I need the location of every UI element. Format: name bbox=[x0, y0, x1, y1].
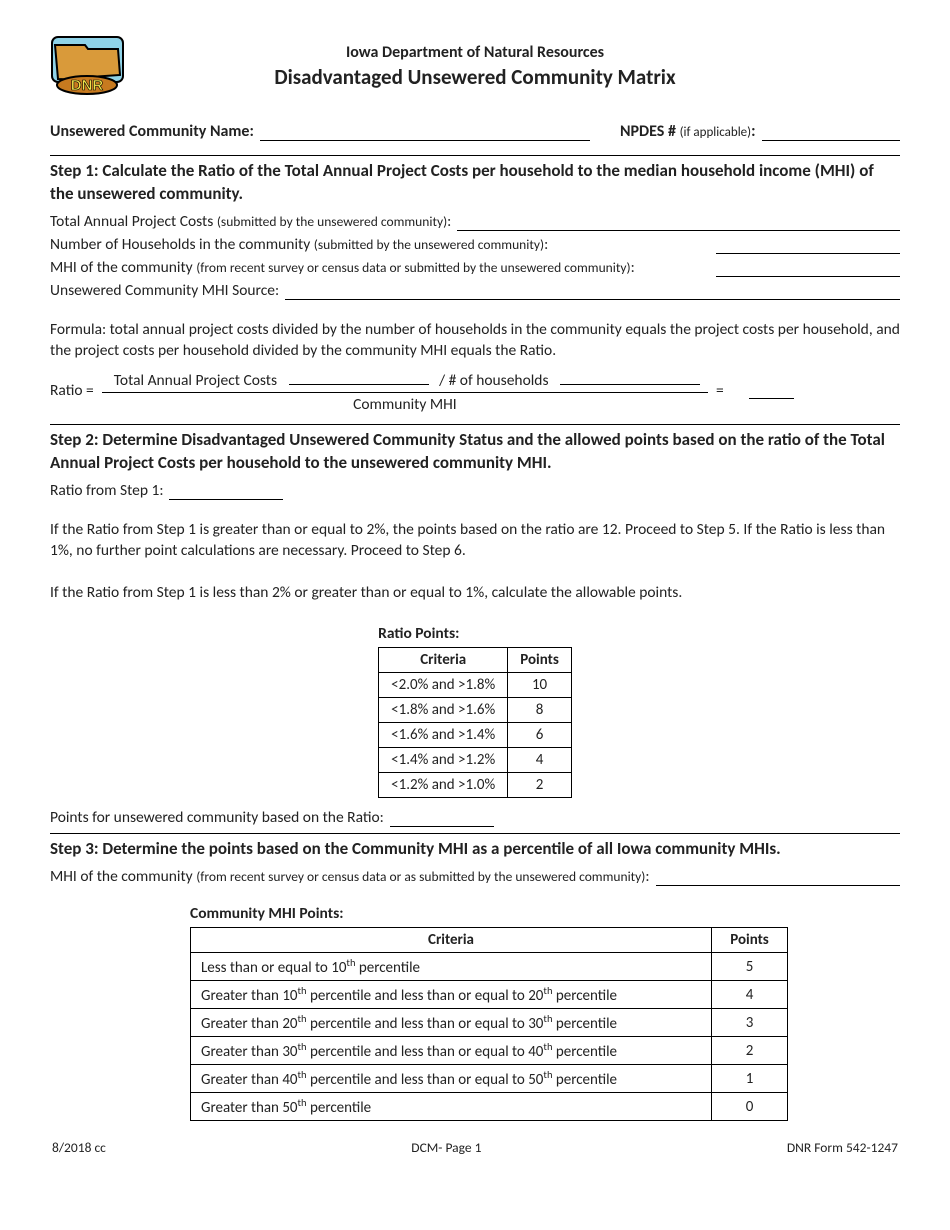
table-row: <1.6% and >1.4%6 bbox=[379, 723, 572, 748]
community-name-input[interactable] bbox=[260, 122, 590, 141]
equals-sign: = bbox=[716, 381, 724, 400]
page-title: Disadvantaged Unsewered Community Matrix bbox=[145, 64, 805, 90]
npdes-input[interactable] bbox=[762, 122, 900, 141]
table-row: Greater than 40th percentile and less th… bbox=[191, 1065, 788, 1093]
header: DNR Iowa Department of Natural Resources… bbox=[50, 35, 900, 97]
col-points: Points bbox=[712, 928, 788, 953]
footer-center: DCM- Page 1 bbox=[411, 1139, 481, 1156]
tapc-label: Total Annual Project Costs (submitted by… bbox=[50, 212, 457, 231]
ratio-points-table: Ratio Points: Criteria Points <2.0% and … bbox=[378, 624, 572, 798]
table-row: Less than or equal to 10th percentile5 bbox=[191, 953, 788, 981]
table-row: Greater than 20th percentile and less th… bbox=[191, 1009, 788, 1037]
ratio-label: Ratio = bbox=[50, 381, 94, 400]
separator bbox=[50, 424, 900, 425]
mhi-label: MHI of the community (from recent survey… bbox=[50, 258, 641, 277]
page: DNR Iowa Department of Natural Resources… bbox=[0, 0, 950, 1176]
hh-label: Number of Households in the community (s… bbox=[50, 235, 554, 254]
department-name: Iowa Department of Natural Resources bbox=[145, 43, 805, 62]
step1-heading: Step 1: Calculate the Ratio of the Total… bbox=[50, 160, 900, 206]
table-row: Greater than 30th percentile and less th… bbox=[191, 1037, 788, 1065]
table-row: <1.4% and >1.2%4 bbox=[379, 748, 572, 773]
svg-text:DNR: DNR bbox=[71, 77, 104, 94]
table-row: Greater than 10th percentile and less th… bbox=[191, 981, 788, 1009]
dnr-logo: DNR bbox=[50, 35, 125, 97]
table-row: <2.0% and >1.8%10 bbox=[379, 673, 572, 698]
table-row: Greater than 50th percentile0 bbox=[191, 1093, 788, 1121]
ratio-fraction: Total Annual Project Costs / # of househ… bbox=[102, 368, 708, 414]
formula-text: Formula: total annual project costs divi… bbox=[50, 320, 900, 362]
ratio-hh-blank[interactable] bbox=[560, 368, 700, 385]
mhisrc-label: Unsewered Community MHI Source: bbox=[50, 281, 285, 300]
hh-input[interactable] bbox=[716, 235, 900, 254]
step3-mhi-input[interactable] bbox=[656, 867, 900, 886]
ratio-result-blank[interactable] bbox=[749, 382, 794, 399]
step3-heading: Step 3: Determine the points based on th… bbox=[50, 838, 900, 861]
header-text: Iowa Department of Natural Resources Dis… bbox=[145, 43, 805, 90]
ratio-table-caption: Ratio Points: bbox=[378, 624, 572, 647]
mhi-points-table: Community MHI Points: Criteria Points Le… bbox=[190, 904, 788, 1121]
separator bbox=[50, 833, 900, 834]
ratio-from-label: Ratio from Step 1: bbox=[50, 481, 169, 500]
ratio-tapc-blank[interactable] bbox=[289, 368, 429, 385]
table-row: <1.2% and >1.0%2 bbox=[379, 773, 572, 798]
separator bbox=[50, 155, 900, 156]
step2-para1: If the Ratio from Step 1 is greater than… bbox=[50, 520, 900, 562]
npdes-label: NPDES # (if applicable): bbox=[620, 122, 762, 141]
col-criteria: Criteria bbox=[379, 648, 508, 673]
footer-right: DNR Form 542-1247 bbox=[787, 1139, 898, 1156]
ratio-formula: Ratio = Total Annual Project Costs / # o… bbox=[50, 368, 900, 414]
mhi-input[interactable] bbox=[716, 258, 900, 277]
ratio-points-input[interactable] bbox=[390, 808, 494, 827]
top-fields: Unsewered Community Name: NPDES # (if ap… bbox=[50, 122, 900, 141]
footer: 8/2018 cc DCM- Page 1 DNR Form 542-1247 bbox=[50, 1139, 900, 1156]
community-name-label: Unsewered Community Name: bbox=[50, 122, 260, 141]
tapc-input[interactable] bbox=[457, 212, 900, 231]
footer-left: 8/2018 cc bbox=[52, 1139, 106, 1156]
step3-mhi-label: MHI of the community (from recent survey… bbox=[50, 867, 656, 886]
table-row: <1.8% and >1.6%8 bbox=[379, 698, 572, 723]
col-points: Points bbox=[508, 648, 572, 673]
step2-heading: Step 2: Determine Disadvantaged Unsewere… bbox=[50, 429, 900, 475]
step2-para2: If the Ratio from Step 1 is less than 2%… bbox=[50, 583, 900, 604]
mhi-table-caption: Community MHI Points: bbox=[190, 904, 788, 927]
ratio-points-label: Points for unsewered community based on … bbox=[50, 808, 390, 827]
mhisrc-input[interactable] bbox=[285, 281, 900, 300]
col-criteria: Criteria bbox=[191, 928, 712, 953]
ratio-from-input[interactable] bbox=[169, 481, 283, 500]
